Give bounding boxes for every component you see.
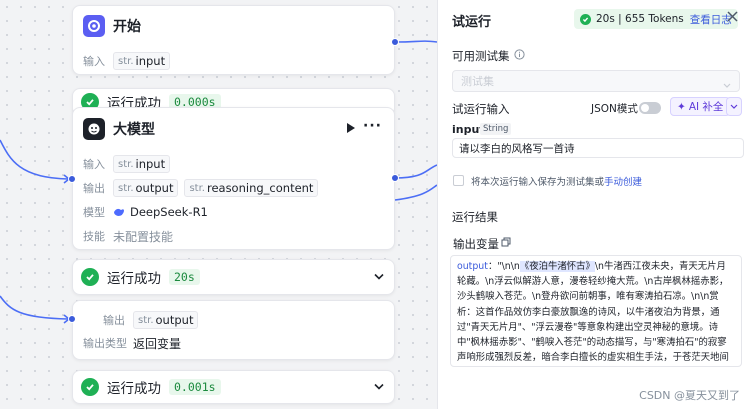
test-set-placeholder: 测试集 — [461, 75, 494, 88]
output-key: output — [457, 261, 488, 272]
time-badge: 0.001s — [169, 379, 221, 395]
save-test-set-text: 将本次运行输入保存为测试集或手动创建 — [471, 177, 643, 188]
start-output-port[interactable] — [391, 38, 399, 46]
panel-title: 试运行 — [452, 15, 492, 30]
output-var-label: 输出变量 — [453, 237, 499, 251]
save-test-set-checkbox[interactable] — [453, 175, 464, 186]
more-options-icon[interactable]: ··· — [363, 118, 382, 134]
run-summary-badge: 20s | 655 Tokens 查看日志 — [574, 9, 738, 29]
llm-node-title: 大模型 — [113, 122, 155, 138]
start-node-title: 开始 — [113, 19, 141, 35]
start-input-tag: str. input — [113, 52, 171, 70]
run-summary-text: 20s | 655 Tokens — [596, 13, 684, 25]
llm-model-label: 模型 — [83, 206, 105, 219]
success-check-icon — [81, 378, 99, 396]
llm-output-tag: str. output — [113, 179, 179, 197]
chevron-down-icon[interactable] — [374, 381, 384, 394]
param-type-badge: String — [480, 123, 512, 135]
output-body: \n牛渚西江夜未央，青天无片月轮藏。\n浮云似解游人意，漫卷轻纱掩大荒。\n古岸… — [457, 261, 729, 364]
llm-node-header: 大模型 ··· — [83, 116, 384, 142]
end-output-kind-value: 返回变量 — [133, 336, 182, 351]
chevron-down-icon[interactable] — [374, 271, 384, 284]
sparkle-icon: ✦ — [677, 100, 686, 113]
end-input-port[interactable] — [68, 315, 76, 323]
end-node[interactable]: 输出 str. output 输出类型 返回变量 — [72, 300, 395, 360]
llm-reasoning-tag: str. reasoning_content — [184, 179, 319, 197]
start-node-header: 开始 — [83, 13, 384, 39]
output-result-box[interactable]: output："\n\n《夜泊牛渚怀古》\n牛渚西江夜未央，青天无片月轮藏。\n… — [450, 255, 742, 367]
test-set-label: 可用测试集 — [452, 49, 510, 63]
result-label: 运行结果 — [452, 210, 498, 224]
time-badge: 20s — [169, 269, 200, 285]
start-icon — [83, 15, 105, 37]
end-output-tag: str. output — [133, 311, 199, 329]
llm-output-port[interactable] — [391, 174, 399, 182]
end-run-status[interactable]: 运行成功 0.001s — [72, 370, 395, 404]
copy-icon[interactable] — [501, 237, 511, 250]
llm-output-label: 输出 — [83, 182, 105, 195]
llm-skill-value: 未配置技能 — [113, 229, 174, 244]
end-output-label: 输出 — [103, 314, 125, 327]
run-node-icon[interactable] — [346, 122, 356, 137]
close-icon[interactable] — [727, 11, 738, 25]
ai-fill-label: AI 补全 — [688, 101, 724, 113]
start-node[interactable]: 开始 输入 str. input — [72, 5, 395, 75]
param-value: 请以李白的风格写一首诗 — [459, 142, 575, 155]
view-log-link[interactable]: 查看日志 — [690, 12, 732, 27]
watermark: CSDN @夏天又到了 — [639, 389, 740, 402]
output-highlight: 《夜泊牛渚怀古》 — [519, 261, 595, 272]
chevron-down-icon — [730, 104, 738, 109]
workflow-canvas[interactable]: 开始 输入 str. input 运行成功 0.000s 大模型 ··· 输入 … — [0, 0, 437, 409]
output-separator: ："\n\n — [487, 261, 520, 272]
end-output-kind-label: 输出类型 — [83, 337, 127, 350]
status-text: 运行成功 — [107, 271, 161, 287]
success-check-icon — [580, 13, 591, 25]
llm-model-name: DeepSeek-R1 — [130, 205, 208, 219]
info-icon[interactable] — [514, 49, 525, 63]
llm-icon — [83, 118, 105, 140]
success-check-icon — [81, 268, 99, 286]
chevron-down-icon — [723, 78, 731, 91]
start-input-label: 输入 — [83, 55, 105, 68]
param-input-field[interactable]: 请以李白的风格写一首诗 — [452, 138, 744, 158]
deepseek-icon — [113, 207, 125, 217]
llm-node[interactable]: 大模型 ··· 输入 str. input 输出 str. output str. r… — [72, 107, 395, 250]
llm-input-label: 输入 — [83, 158, 105, 171]
ai-fill-button[interactable]: ✦ AI 补全 — [670, 97, 731, 116]
ai-fill-dropdown[interactable] — [726, 97, 742, 116]
llm-run-status[interactable]: 运行成功 20s — [72, 259, 395, 295]
test-set-select[interactable]: 测试集 — [452, 70, 740, 92]
json-mode-label: JSON模式 — [591, 103, 638, 115]
status-text: 运行成功 — [107, 381, 161, 397]
llm-skill-label: 技能 — [83, 230, 105, 243]
manual-create-link[interactable]: 手动创建 — [604, 177, 642, 188]
run-input-label: 试运行输入 — [452, 102, 510, 116]
llm-input-port[interactable] — [68, 175, 76, 183]
json-mode-toggle[interactable] — [639, 102, 661, 114]
llm-input-tag: str. input — [113, 155, 171, 173]
